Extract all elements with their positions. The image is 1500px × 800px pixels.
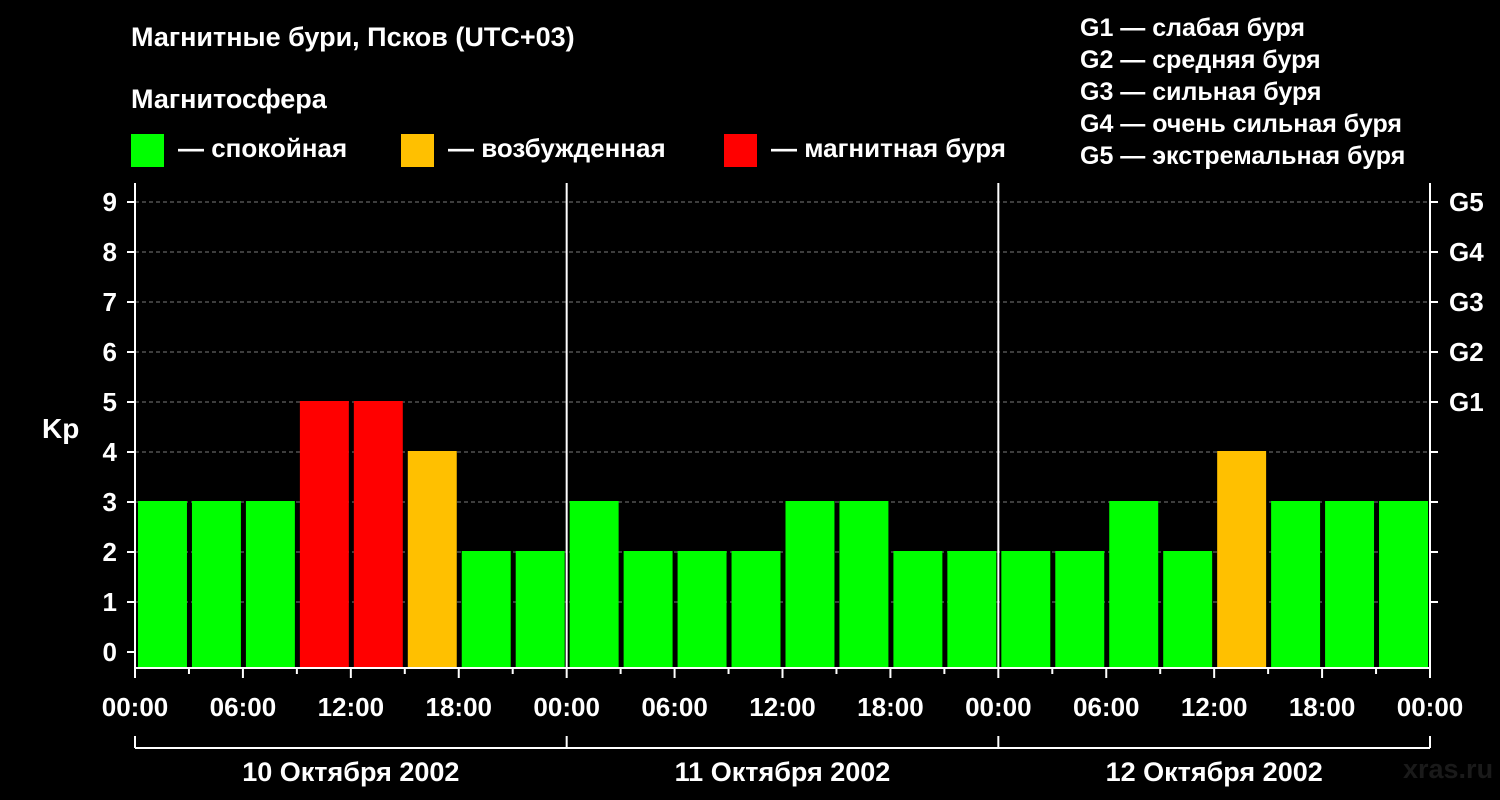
g-axis-label: G3 <box>1449 287 1484 317</box>
y-tick-label: 6 <box>103 337 117 367</box>
x-tick-label: 18:00 <box>1289 692 1356 722</box>
g-axis-label: G5 <box>1449 187 1484 217</box>
x-tick-label: 06:00 <box>641 692 708 722</box>
kp-bar <box>677 551 727 668</box>
y-tick-label: 9 <box>103 187 117 217</box>
kp-bar <box>893 551 943 668</box>
kp-bar <box>407 451 457 668</box>
kp-bar <box>1379 501 1428 668</box>
kp-bar <box>515 551 565 668</box>
x-tick-label: 06:00 <box>1073 692 1140 722</box>
day-label: 11 Октября 2002 <box>675 757 891 787</box>
kp-bar <box>461 551 511 668</box>
kp-bar <box>353 401 403 668</box>
y-tick-label: 5 <box>103 387 117 417</box>
kp-bar <box>191 501 241 668</box>
x-tick-label: 18:00 <box>426 692 493 722</box>
x-tick-label: 00:00 <box>102 692 169 722</box>
x-tick-label: 00:00 <box>965 692 1032 722</box>
kp-bar <box>1325 501 1375 668</box>
kp-bar <box>299 401 349 668</box>
x-tick-label: 12:00 <box>749 692 816 722</box>
kp-bar <box>947 551 997 668</box>
y-axis-label: Kp <box>42 413 79 444</box>
kp-bar <box>1163 551 1213 668</box>
x-tick-label: 18:00 <box>857 692 924 722</box>
kp-bar <box>569 501 619 668</box>
kp-bar <box>785 501 835 668</box>
kp-bar <box>1109 501 1159 668</box>
y-tick-label: 0 <box>103 637 117 667</box>
kp-bar <box>839 501 889 668</box>
g-axis-label: G1 <box>1449 387 1484 417</box>
day-label: 12 Октября 2002 <box>1106 757 1323 787</box>
kp-bar <box>1055 551 1105 668</box>
y-tick-label: 7 <box>103 287 117 317</box>
kp-bar <box>1217 451 1267 668</box>
kp-bar <box>1001 551 1051 668</box>
kp-bar <box>731 551 781 668</box>
x-tick-label: 12:00 <box>318 692 385 722</box>
x-tick-label: 12:00 <box>1181 692 1248 722</box>
x-tick-label: 06:00 <box>210 692 277 722</box>
kp-bar <box>138 501 187 668</box>
y-tick-label: 2 <box>103 537 117 567</box>
y-tick-label: 1 <box>103 587 117 617</box>
kp-bar <box>623 551 673 668</box>
day-label: 10 Октября 2002 <box>242 757 459 787</box>
watermark: xras.ru <box>1403 754 1494 784</box>
y-tick-label: 4 <box>103 437 118 467</box>
y-tick-label: 8 <box>103 237 117 267</box>
kp-bar <box>245 501 295 668</box>
g-axis-label: G4 <box>1449 237 1484 267</box>
kp-bar <box>1271 501 1321 668</box>
g-axis-label: G2 <box>1449 337 1484 367</box>
x-tick-label: 00:00 <box>1397 692 1464 722</box>
y-tick-label: 3 <box>103 487 117 517</box>
x-tick-label: 00:00 <box>533 692 600 722</box>
kp-bar-chart: 0 1 2 3 4 5 6 7 8 9 G1 G2 G3 G4 G5 Kp 00:00 06:00 12:00 18:… <box>42 183 1484 787</box>
